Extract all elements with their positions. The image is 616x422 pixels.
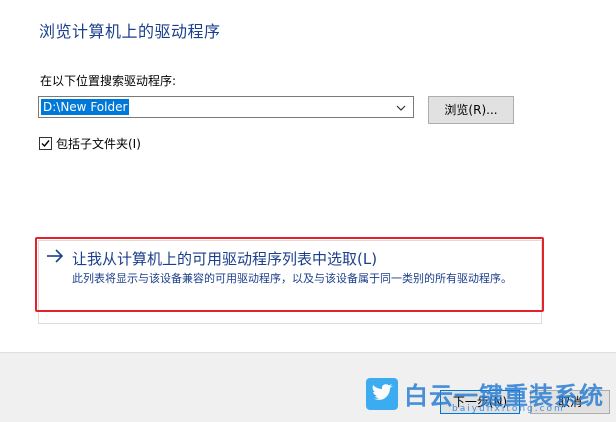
chevron-down-icon[interactable] bbox=[395, 100, 407, 114]
pick-from-list-description: 此列表将显示与该设备兼容的可用驱动程序，以及与该设备属于同一类别的所有驱动程序。 bbox=[72, 272, 512, 285]
path-combobox[interactable]: D:\New Folder bbox=[38, 96, 414, 118]
page-title: 浏览计算机上的驱动程序 bbox=[39, 22, 221, 41]
pick-from-list-link[interactable]: 让我从计算机上的可用驱动程序列表中选取(L) bbox=[72, 248, 377, 269]
watermark-logo: 白云一键重装系统 baiyunxitong.com bbox=[366, 374, 612, 422]
arrow-right-icon[interactable] bbox=[46, 248, 64, 264]
driver-browse-dialog: 浏览计算机上的驱动程序 在以下位置搜索驱动程序: D:\New Folder 浏… bbox=[0, 0, 616, 422]
path-input-value[interactable]: D:\New Folder bbox=[41, 99, 130, 115]
include-subfolders-option[interactable]: 包括子文件夹(I) bbox=[39, 135, 141, 151]
bird-logo-icon bbox=[366, 378, 398, 410]
checkmark-icon bbox=[41, 139, 50, 147]
include-subfolders-label: 包括子文件夹(I) bbox=[56, 136, 141, 151]
search-location-label: 在以下位置搜索驱动程序: bbox=[40, 74, 177, 88]
include-subfolders-checkbox[interactable] bbox=[39, 136, 52, 150]
browse-button[interactable]: 浏览(R)... bbox=[428, 96, 514, 124]
watermark-url: baiyunxitong.com bbox=[452, 404, 565, 414]
